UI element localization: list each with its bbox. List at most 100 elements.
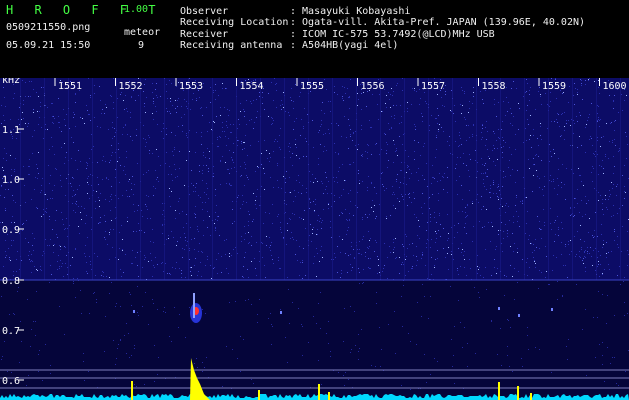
- noise-speck: [311, 241, 312, 242]
- noise-speck: [31, 199, 32, 200]
- noise-speck: [393, 249, 394, 250]
- noise-speck: [200, 108, 201, 109]
- noise-speck: [600, 264, 601, 265]
- noise-speck: [402, 262, 403, 263]
- noise-speck: [36, 92, 37, 93]
- noise-speck: [179, 314, 180, 315]
- noise-speck: [487, 169, 488, 170]
- noise-speck: [434, 265, 435, 266]
- noise-speck: [155, 188, 156, 189]
- noise-speck: [161, 263, 162, 264]
- noise-speck: [513, 216, 514, 217]
- noise-speck: [400, 105, 401, 106]
- noise-speck: [415, 129, 416, 130]
- info-antenna-label: Receiving antenna: [180, 40, 283, 51]
- noise-speck: [525, 92, 526, 93]
- noise-speck: [46, 208, 47, 209]
- noise-speck: [202, 170, 203, 171]
- noise-speck: [315, 178, 316, 179]
- noise-speck: [60, 260, 61, 261]
- noise-speck: [264, 265, 265, 266]
- noise-speck: [619, 208, 620, 209]
- noise-speck: [290, 97, 291, 98]
- noise-speck: [163, 311, 164, 312]
- noise-speck: [75, 194, 76, 195]
- noise-speck: [179, 268, 180, 269]
- noise-speck: [234, 221, 235, 222]
- noise-speck: [220, 160, 221, 161]
- noise-speck: [574, 198, 575, 199]
- noise-speck: [258, 167, 259, 168]
- noise-speck: [193, 185, 194, 186]
- noise-speck: [253, 219, 254, 220]
- noise-speck: [66, 114, 67, 115]
- noise-speck: [585, 271, 586, 272]
- noise-speck: [339, 236, 340, 237]
- noise-speck: [603, 244, 604, 245]
- noise-speck: [529, 168, 530, 169]
- noise-speck: [294, 190, 295, 191]
- noise-speck: [297, 260, 298, 261]
- noise-speck: [614, 166, 615, 167]
- noise-speck: [65, 228, 66, 229]
- noise-speck: [172, 267, 173, 268]
- noise-speck: [218, 146, 219, 147]
- noise-speck: [593, 168, 594, 169]
- noise-speck: [310, 181, 311, 182]
- noise-speck: [608, 199, 609, 200]
- noise-speck: [585, 152, 586, 153]
- noise-speck: [563, 92, 564, 93]
- noise-speck: [12, 195, 13, 196]
- noise-speck: [485, 249, 486, 250]
- noise-speck: [445, 257, 446, 258]
- noise-speck: [290, 238, 291, 239]
- noise-speck: [456, 180, 457, 181]
- noise-speck: [273, 120, 274, 121]
- noise-speck: [422, 284, 423, 285]
- noise-speck: [242, 195, 243, 196]
- noise-speck: [242, 204, 243, 205]
- noise-speck: [115, 218, 116, 219]
- noise-speck: [138, 276, 139, 277]
- noise-speck: [118, 259, 119, 260]
- noise-speck: [347, 220, 348, 221]
- noise-speck: [178, 126, 179, 127]
- noise-speck: [53, 252, 54, 253]
- noise-speck: [226, 268, 227, 269]
- noise-speck: [570, 125, 571, 126]
- noise-speck: [318, 215, 319, 216]
- noise-speck: [447, 177, 448, 178]
- noise-speck: [215, 230, 216, 231]
- noise-speck: [154, 345, 155, 346]
- column-line: [380, 78, 381, 280]
- noise-speck: [493, 180, 494, 181]
- noise-speck: [315, 204, 316, 205]
- noise-speck: [625, 371, 626, 372]
- noise-speck: [350, 190, 351, 191]
- noise-speck: [399, 136, 400, 137]
- noise-speck: [34, 130, 35, 131]
- noise-speck: [594, 154, 595, 155]
- noise-speck: [207, 148, 208, 149]
- noise-speck: [186, 223, 187, 224]
- noise-speck: [216, 259, 217, 260]
- noise-speck: [244, 111, 245, 112]
- noise-speck: [412, 268, 413, 269]
- noise-speck: [201, 144, 202, 145]
- noise-speck: [322, 220, 323, 221]
- noise-speck: [379, 154, 380, 155]
- noise-speck: [551, 372, 552, 373]
- noise-speck: [479, 297, 480, 298]
- noise-speck: [67, 236, 68, 237]
- noise-speck: [614, 315, 615, 316]
- noise-speck: [611, 216, 612, 217]
- noise-speck: [618, 247, 619, 248]
- noise-speck: [143, 138, 144, 139]
- noise-speck: [439, 213, 440, 214]
- noise-speck: [146, 195, 147, 196]
- column-line: [524, 78, 525, 280]
- noise-speck: [355, 145, 356, 146]
- noise-speck: [386, 107, 387, 108]
- noise-speck: [10, 119, 11, 120]
- noise-speck: [418, 180, 419, 181]
